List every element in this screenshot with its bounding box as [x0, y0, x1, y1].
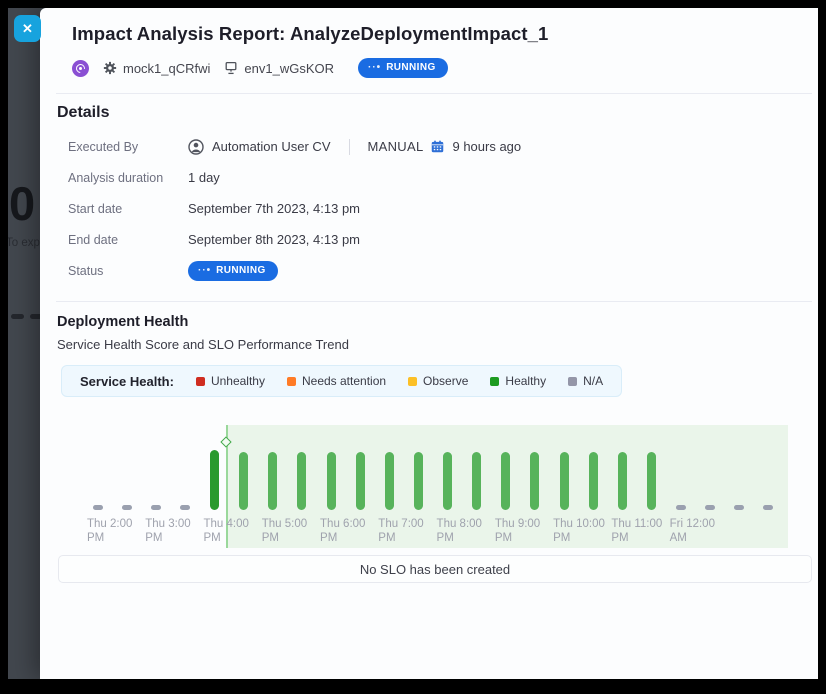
- running-dots-icon: ··•: [368, 62, 381, 74]
- modal-header: Impact Analysis Report: AnalyzeDeploymen…: [40, 8, 818, 45]
- executed-by-value: Automation User CV MANUAL 9 hours ago: [188, 139, 812, 155]
- executed-when: 9 hours ago: [452, 139, 521, 154]
- health-bar[interactable]: [676, 505, 686, 510]
- slo-empty-state: No SLO has been created: [58, 555, 812, 583]
- legend-item: Healthy: [490, 374, 546, 388]
- x-axis-tick-label: Thu 3:00 PM: [145, 517, 190, 545]
- page-title: Impact Analysis Report: AnalyzeDeploymen…: [72, 23, 786, 45]
- executed-by-user: Automation User CV: [212, 139, 331, 154]
- dimmed-backdrop: 0 To expa ✕ Impact Analysis Report: Anal…: [8, 8, 818, 679]
- health-bar[interactable]: [356, 452, 365, 510]
- environment-name: env1_wGsKOR: [224, 61, 334, 76]
- health-bar[interactable]: [589, 452, 598, 510]
- legend-item: Observe: [408, 374, 468, 388]
- x-axis-tick-label: Thu 7:00 PM: [378, 517, 423, 545]
- health-bar[interactable]: [472, 452, 481, 510]
- vertical-separator: [349, 139, 350, 155]
- health-bar[interactable]: [560, 452, 569, 510]
- legend-swatch-icon: [408, 377, 417, 386]
- health-bar[interactable]: [501, 452, 510, 510]
- backdrop-mini-bar: [11, 314, 24, 319]
- gear-icon: [103, 61, 117, 75]
- health-bar[interactable]: [239, 452, 248, 510]
- close-button[interactable]: ✕: [14, 15, 41, 42]
- health-bar[interactable]: [414, 452, 423, 510]
- x-axis-tick-label: Thu 2:00 PM: [87, 517, 132, 545]
- legend-swatch-icon: [287, 377, 296, 386]
- start-date-value: September 7th 2023, 4:13 pm: [188, 201, 812, 216]
- srm-module-icon: [72, 60, 89, 77]
- user-avatar-icon: [188, 139, 204, 155]
- health-bar[interactable]: [210, 450, 219, 510]
- health-bar[interactable]: [530, 452, 539, 510]
- deployment-health-section: Deployment Health Service Health Score a…: [40, 302, 818, 583]
- x-axis-tick-label: Thu 5:00 PM: [262, 517, 307, 545]
- x-axis-tick-label: Thu 10:00 PM: [553, 517, 605, 545]
- deployment-health-heading: Deployment Health: [57, 314, 812, 330]
- backdrop-metric-number: 0: [9, 180, 35, 227]
- service-health-legend: Service Health: Unhealthy Needs attention…: [61, 365, 622, 397]
- health-bar[interactable]: [151, 505, 161, 510]
- legend-swatch-icon: [568, 377, 577, 386]
- analysis-duration-value: 1 day: [188, 170, 812, 185]
- health-bar[interactable]: [297, 452, 306, 510]
- environment-icon: [224, 61, 238, 75]
- details-section: Details Executed By Automation User CV M…: [40, 94, 818, 286]
- health-bar[interactable]: [180, 505, 190, 510]
- details-heading: Details: [57, 104, 812, 122]
- legend-items: Unhealthy Needs attention Observe Healthy N/…: [196, 374, 603, 388]
- legend-swatch-icon: [196, 377, 205, 386]
- close-icon: ✕: [22, 21, 33, 37]
- legend-item: Needs attention: [287, 374, 386, 388]
- detail-label: End date: [68, 233, 188, 247]
- health-bar[interactable]: [268, 452, 277, 510]
- detail-label: Start date: [68, 202, 188, 216]
- monitored-service-name: mock1_qCRfwi: [103, 61, 210, 76]
- calendar-icon: [431, 140, 444, 153]
- health-bar[interactable]: [618, 452, 627, 510]
- legend-item: N/A: [568, 374, 603, 388]
- health-bar[interactable]: [734, 505, 744, 510]
- detail-label: Status: [68, 264, 188, 278]
- status-badge: ··• RUNNING: [188, 261, 278, 281]
- health-bar[interactable]: [93, 505, 103, 510]
- legend-title: Service Health:: [80, 374, 174, 389]
- health-bar[interactable]: [327, 452, 336, 510]
- detail-label: Executed By: [68, 140, 188, 154]
- health-bar[interactable]: [443, 452, 452, 510]
- x-axis-tick-label: Fri 12:00 AM: [670, 517, 715, 545]
- legend-swatch-icon: [490, 377, 499, 386]
- health-bar[interactable]: [122, 505, 132, 510]
- impact-analysis-report-modal: Impact Analysis Report: AnalyzeDeploymen…: [40, 8, 818, 679]
- detail-label: Analysis duration: [68, 171, 188, 185]
- chart-subtitle: Service Health Score and SLO Performance…: [57, 337, 812, 352]
- running-dots-icon: ··•: [198, 265, 211, 277]
- x-axis-tick-label: Thu 9:00 PM: [495, 517, 540, 545]
- health-bar[interactable]: [385, 452, 394, 510]
- x-axis-tick-label: Thu 6:00 PM: [320, 517, 365, 545]
- x-axis-tick-label: Thu 4:00 PM: [204, 517, 249, 545]
- health-bar[interactable]: [763, 505, 773, 510]
- report-meta-row: mock1_qCRfwi env1_wGsKOR ··• RUNNING: [72, 58, 818, 78]
- trigger-type: MANUAL: [368, 139, 424, 154]
- x-axis-tick-label: Thu 11:00 PM: [611, 517, 662, 545]
- legend-item: Unhealthy: [196, 374, 265, 388]
- health-chart[interactable]: Thu 2:00 PM Thu 3:00 PM Thu 4:00 PM Thu 5:0…: [58, 410, 812, 550]
- status-badge: ··• RUNNING: [358, 58, 448, 78]
- health-bar[interactable]: [705, 505, 715, 510]
- health-bar[interactable]: [647, 452, 656, 510]
- x-axis-tick-label: Thu 8:00 PM: [437, 517, 482, 545]
- end-date-value: September 8th 2023, 4:13 pm: [188, 232, 812, 247]
